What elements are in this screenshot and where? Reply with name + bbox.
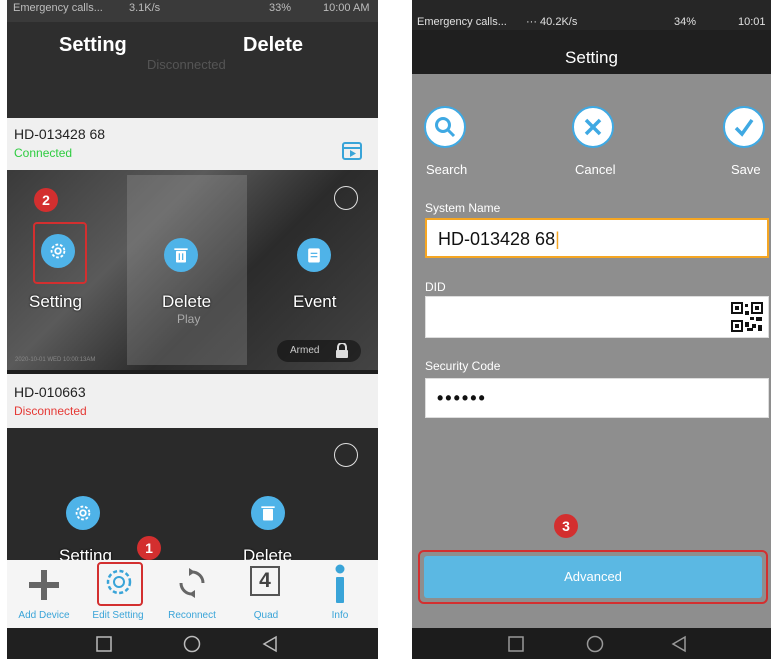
status-bar: Emergency calls... ··· 40.2K/s 34% 10:01 <box>412 0 771 30</box>
recent-apps-icon[interactable] <box>96 636 112 652</box>
android-nav-bar <box>412 628 771 659</box>
lock-icon <box>336 343 348 358</box>
cancel-button[interactable] <box>572 106 614 148</box>
event-label[interactable]: Event <box>293 292 336 312</box>
android-nav-bar <box>7 628 378 659</box>
reconnect-button[interactable]: Reconnect <box>155 560 229 628</box>
plus-icon <box>29 570 59 600</box>
checkmark-icon <box>734 118 754 137</box>
system-name-value: HD-013428 68 <box>438 229 556 249</box>
reconnect-label: Reconnect <box>168 610 216 621</box>
system-name-input[interactable]: HD-013428 68| <box>425 218 769 258</box>
network-speed: ··· 40.2K/s <box>526 16 578 28</box>
setting-button[interactable] <box>41 234 75 268</box>
clock: 10:01 <box>738 16 766 28</box>
quad-label: Quad <box>253 610 279 621</box>
device-status-connected: Connected <box>14 146 73 160</box>
battery-text: 34% <box>674 16 697 28</box>
gear-icon <box>106 569 132 595</box>
back-icon[interactable] <box>671 635 687 653</box>
clock: 10:00 AM <box>323 2 370 14</box>
setting-label[interactable]: Setting <box>29 292 82 312</box>
text-cursor: | <box>555 229 560 249</box>
right-phone-screen: Emergency calls... ··· 40.2K/s 34% 10:01… <box>412 0 771 659</box>
page-title: Setting <box>412 30 771 74</box>
device-name: HD-010663 <box>14 384 86 400</box>
delete-label-top[interactable]: Delete <box>243 34 303 57</box>
play-label[interactable]: Play <box>177 312 200 326</box>
cancel-label[interactable]: Cancel <box>575 162 615 177</box>
camera-feed-1[interactable]: 2 Setting Delete Event Play 2020-10-01 W… <box>7 170 378 370</box>
add-device-label: Add Device <box>18 610 70 621</box>
search-icon <box>435 117 456 138</box>
info-icon <box>335 564 345 603</box>
save-label[interactable]: Save <box>731 162 761 177</box>
search-label[interactable]: Search <box>426 162 467 177</box>
system-name-label: System Name <box>425 201 501 215</box>
search-button[interactable] <box>424 106 466 148</box>
did-label: DID <box>425 280 446 294</box>
trash-icon <box>261 506 275 521</box>
network-speed: 3.1K/s <box>129 2 161 14</box>
setting-button-2[interactable] <box>66 496 100 530</box>
settings-form: Search Cancel Save System Name HD-013428… <box>412 74 771 628</box>
faint-status-text: Disconnected <box>147 57 226 72</box>
advanced-button[interactable]: Advanced <box>424 556 762 598</box>
home-icon[interactable] <box>586 635 604 653</box>
event-button[interactable] <box>297 238 331 272</box>
quad-button[interactable]: 4 Quad <box>229 560 303 628</box>
home-icon[interactable] <box>183 635 201 653</box>
delete-button[interactable] <box>164 238 198 272</box>
left-phone-screen: Emergency calls... 3.1K/s 33% 10:00 AM D… <box>7 0 378 659</box>
camera-card-top: Disconnected Setting Delete <box>7 22 378 118</box>
delete-button-2[interactable] <box>251 496 285 530</box>
gear-icon <box>50 243 66 259</box>
trash-icon <box>174 248 188 263</box>
camera-feed-2[interactable]: Setting Delete <box>7 428 378 565</box>
step-badge-2: 2 <box>34 188 58 212</box>
device-header-1[interactable]: HD-013428 68 Connected <box>7 118 378 170</box>
device-name: HD-013428 68 <box>14 126 106 142</box>
device-header-2[interactable]: HD-010663 Disconnected <box>7 374 378 428</box>
step-badge-1: 1 <box>137 536 161 560</box>
recent-apps-icon[interactable] <box>508 636 524 652</box>
carrier-text: Emergency calls... <box>417 16 507 28</box>
select-radio-1[interactable] <box>334 186 358 210</box>
event-calendar-icon[interactable] <box>340 138 364 162</box>
security-code-input[interactable]: •••••• <box>425 378 769 418</box>
armed-label: Armed <box>290 345 320 356</box>
status-bar: Emergency calls... 3.1K/s 33% 10:00 AM <box>7 0 378 22</box>
device-status-disconnected: Disconnected <box>14 404 87 418</box>
did-input[interactable] <box>425 296 769 338</box>
bottom-toolbar: Add Device Edit Setting 1 Reconnect 4 Qu… <box>7 536 378 628</box>
back-icon[interactable] <box>262 635 278 653</box>
info-button[interactable]: Info <box>303 560 377 628</box>
close-icon <box>584 118 602 136</box>
event-list-icon <box>308 248 320 263</box>
qr-code-icon[interactable] <box>731 302 763 332</box>
edit-setting-label: Edit Setting <box>92 610 144 621</box>
quad-icon: 4 <box>250 566 280 596</box>
select-radio-2[interactable] <box>334 443 358 467</box>
reconnect-icon <box>179 568 205 598</box>
security-code-value: •••••• <box>437 388 487 408</box>
feed-timestamp: 2020-10-01 WED 10:00:13AM <box>15 357 96 363</box>
gear-icon <box>75 505 91 521</box>
carrier-text: Emergency calls... <box>13 2 103 14</box>
security-code-label: Security Code <box>425 359 501 373</box>
info-label: Info <box>331 610 349 621</box>
battery-text: 33% <box>269 2 292 14</box>
delete-label[interactable]: Delete <box>162 292 211 312</box>
step-badge-3: 3 <box>554 514 578 538</box>
add-device-button[interactable]: Add Device <box>7 560 81 628</box>
armed-toggle[interactable]: Armed <box>277 340 361 362</box>
save-button[interactable] <box>723 106 765 148</box>
edit-setting-button[interactable]: Edit Setting <box>81 560 155 628</box>
setting-label-top[interactable]: Setting <box>59 34 127 57</box>
